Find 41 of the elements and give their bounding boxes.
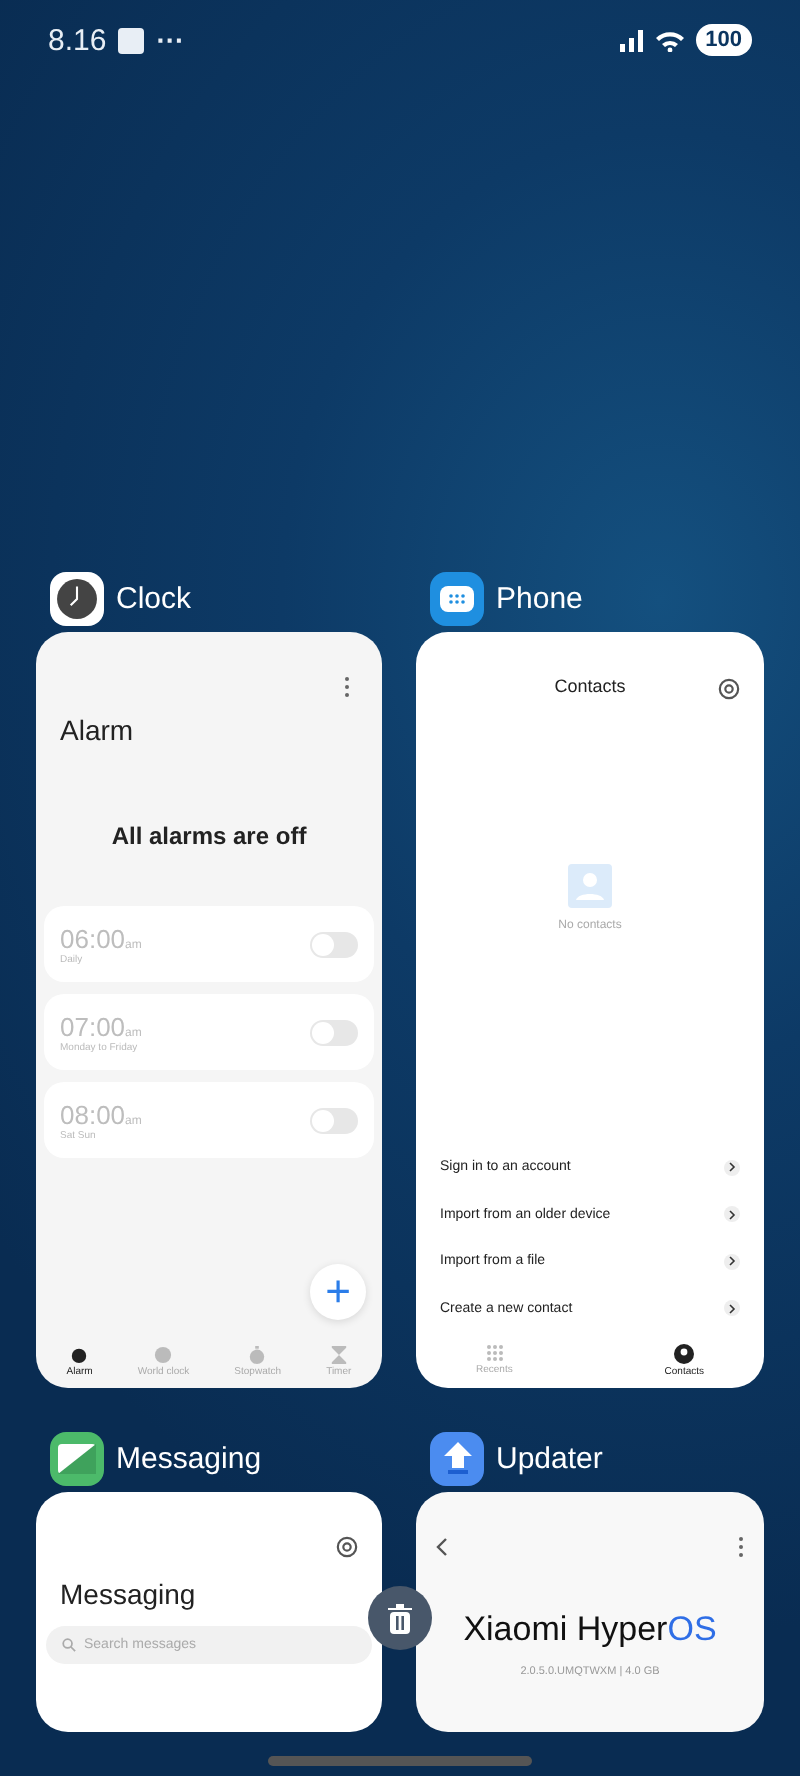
trash-icon [386, 1602, 414, 1634]
dialpad-icon [485, 1344, 504, 1362]
dialpad-app-icon [430, 571, 484, 625]
app-name: Clock [116, 581, 192, 615]
chevron-icon [724, 1206, 740, 1223]
settings-icon[interactable] [718, 678, 740, 700]
alarm-toggle[interactable] [310, 931, 358, 957]
message-app-icon [50, 1431, 104, 1485]
app-name: Phone [496, 581, 583, 615]
clock-app-icon [50, 571, 104, 625]
clock-icon [154, 1346, 173, 1364]
chevron-icon [724, 1159, 740, 1176]
notification-icon [118, 27, 145, 53]
signal-icon [619, 29, 644, 51]
os-title: Xiaomi HyperOS [463, 1610, 717, 1650]
chevron-icon [724, 1300, 740, 1317]
add-alarm-button[interactable]: + [310, 1264, 366, 1320]
alarm-toggle[interactable] [310, 1107, 358, 1133]
battery-level: 100 [695, 24, 752, 56]
screen-title: Alarm [60, 714, 134, 746]
status-time: 8.16 [48, 23, 107, 57]
more-notifications: ··· [156, 24, 185, 56]
alarm-clock-icon [70, 1346, 89, 1364]
contact-placeholder-icon [568, 864, 612, 908]
empty-message: All alarms are off [111, 822, 307, 850]
screen-title: Contacts [554, 676, 626, 696]
upload-app-icon [430, 1431, 484, 1485]
wifi-icon [655, 29, 684, 51]
back-icon[interactable] [436, 1538, 448, 1556]
screen-title: Messaging [60, 1578, 196, 1610]
person-icon [674, 1344, 695, 1364]
chevron-icon [724, 1253, 740, 1270]
more-icon[interactable] [344, 676, 350, 698]
more-icon[interactable] [738, 1536, 744, 1558]
hourglass-icon [329, 1346, 348, 1364]
search-icon [62, 1638, 76, 1652]
settings-icon[interactable] [336, 1536, 358, 1558]
app-name: Messaging [116, 1441, 262, 1475]
alarm-toggle[interactable] [310, 1019, 358, 1045]
stopwatch-icon [248, 1346, 267, 1364]
app-name: Updater [496, 1441, 603, 1475]
